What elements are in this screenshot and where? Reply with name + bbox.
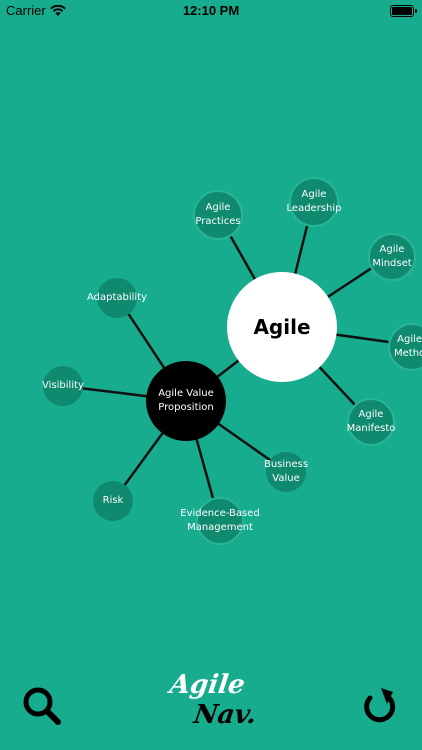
search-icon xyxy=(23,687,61,725)
node-agile-manifesto[interactable]: Agile Manifesto xyxy=(347,398,395,446)
refresh-button[interactable] xyxy=(357,684,401,728)
node-evidence-based-management[interactable]: Evidence-Based Management xyxy=(180,497,260,545)
node-risk[interactable]: Risk xyxy=(93,481,133,521)
search-button[interactable] xyxy=(20,684,64,728)
logo-text-agile: Agile xyxy=(167,670,247,700)
node-visibility-label: Visibility xyxy=(42,380,84,391)
mind-map: Agile Practices Agile Leadership Agile M… xyxy=(0,0,422,750)
node-adaptability-label: Adaptability xyxy=(86,292,148,303)
node-agile-leadership[interactable]: Agile Leadership xyxy=(287,177,341,227)
node-agile-mindset[interactable]: Agile Mindset xyxy=(368,233,416,281)
refresh-icon xyxy=(364,688,396,723)
subcenter-node-agile-value-proposition[interactable]: Agile Value Proposition xyxy=(146,361,226,441)
center-node-agile[interactable]: Agile xyxy=(227,272,337,382)
node-agile-practices[interactable]: Agile Practices xyxy=(193,190,243,240)
node-evidence-label: Evidence-Based Management xyxy=(180,508,260,533)
bottom-bar: Agile Nav. xyxy=(0,660,422,750)
node-adaptability[interactable]: Adaptability xyxy=(87,278,147,318)
node-visibility[interactable]: Visibility xyxy=(42,366,84,406)
app-logo: Agile Nav. xyxy=(160,668,264,740)
node-business-value[interactable]: Business Value xyxy=(264,452,308,492)
logo-text-nav: Nav. xyxy=(191,700,259,730)
